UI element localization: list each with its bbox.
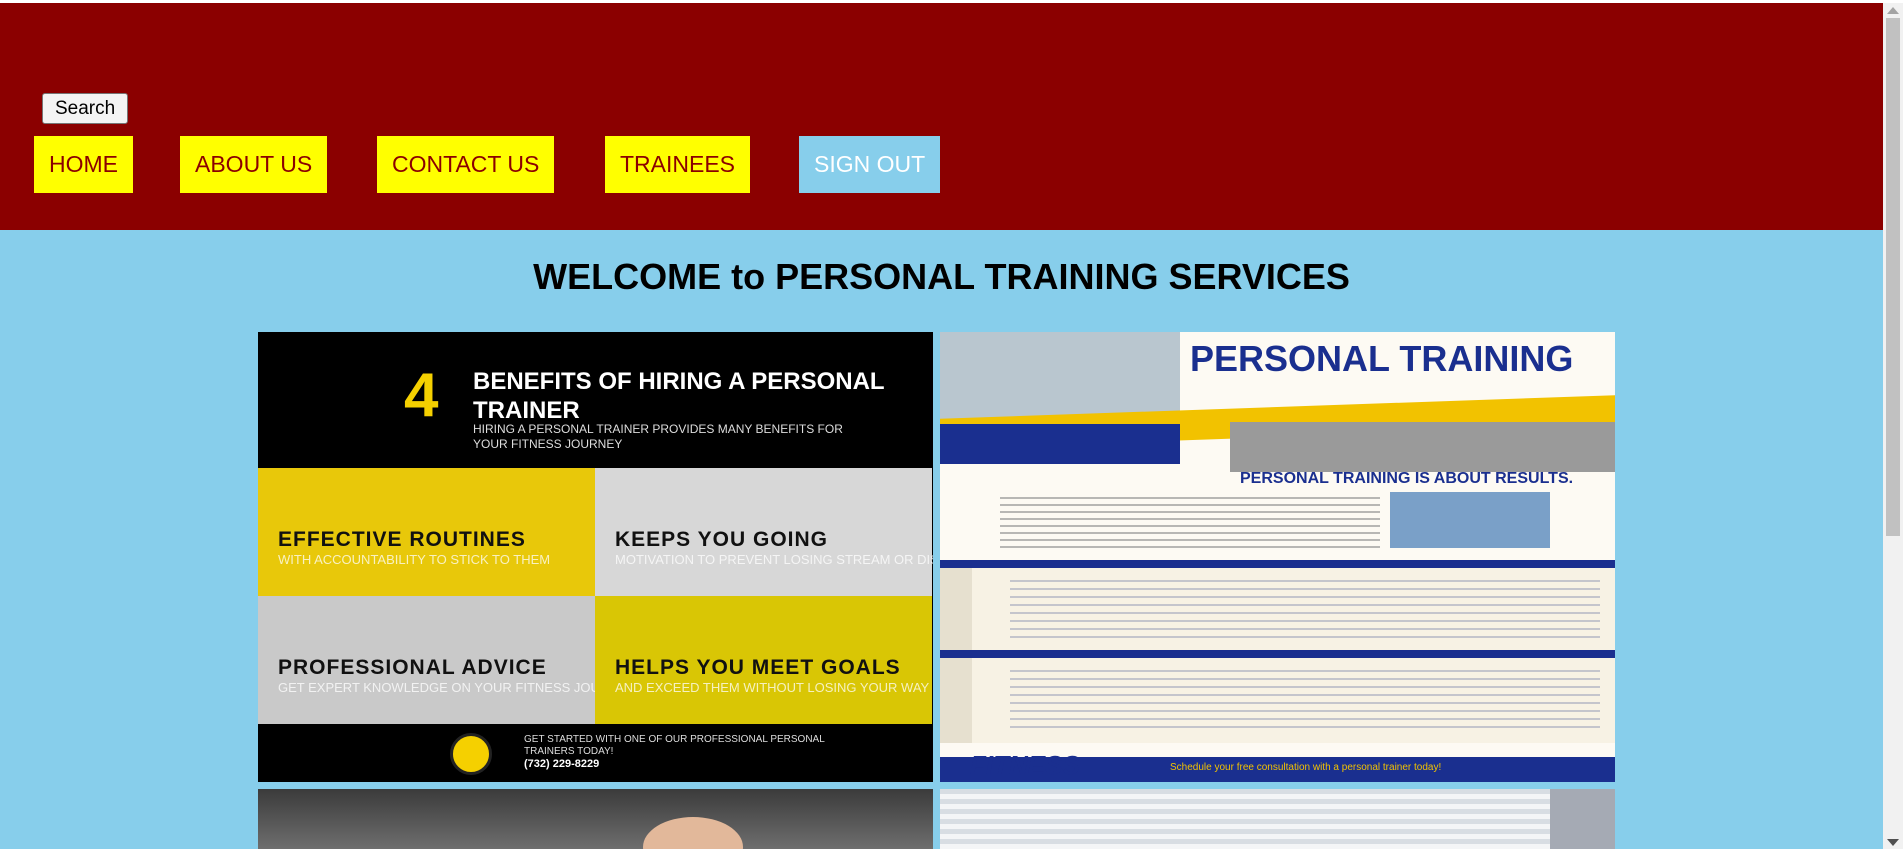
pricing-rows — [1010, 574, 1600, 644]
benefit-desc: WITH ACCOUNTABILITY TO STICK TO THEM — [278, 552, 551, 567]
benefit-card: PROFESSIONAL ADVICE GET EXPERT KNOWLEDGE… — [258, 596, 637, 724]
group-photo — [1390, 492, 1550, 548]
promo-phone: (732) 229-8229 — [524, 758, 600, 770]
promo-footer-cta: GET STARTED WITH ONE OF OUR PROFESSIONAL… — [524, 734, 825, 757]
promo-footer-text: GET STARTED WITH ONE OF OUR PROFESSIONAL… — [524, 734, 854, 771]
trainer-portrait-image — [258, 789, 933, 849]
interior-photo-image — [940, 789, 1615, 849]
promo-body-text — [1000, 492, 1380, 552]
nav-home[interactable]: HOME — [34, 136, 133, 193]
benefit-card: EFFECTIVE ROUTINES WITH ACCOUNTABILITY T… — [258, 468, 595, 596]
gym-photo — [1230, 422, 1615, 472]
benefit-desc: AND EXCEED THEM WITHOUT LOSING YOUR WAY — [615, 680, 930, 695]
promo-subtitle: PERSONAL TRAINING IS ABOUT RESULTS. — [1240, 470, 1574, 487]
scrollbar-thumb[interactable] — [1886, 18, 1900, 536]
gym-logo-icon — [450, 733, 492, 775]
pricing-rows — [1010, 664, 1600, 734]
benefits-promo-image: 4 BENEFITS OF HIRING A PERSONAL TRAINER … — [258, 332, 933, 782]
pricing-table — [940, 560, 1615, 653]
promo-title: PERSONAL TRAINING — [1190, 338, 1574, 379]
search-button[interactable]: Search — [42, 93, 129, 124]
pricing-table-label — [940, 568, 972, 653]
site-header: Search HOME ABOUT US CONTACT US TRAINEES… — [0, 3, 1883, 230]
promo-footer: GET STARTED WITH ONE OF OUR PROFESSIONAL… — [258, 725, 933, 782]
decorative-stripe — [940, 424, 1180, 464]
benefit-title: PROFESSIONAL ADVICE — [278, 656, 547, 679]
nav-about-us[interactable]: ABOUT US — [180, 136, 328, 193]
promo-number: 4 — [404, 361, 439, 430]
benefit-title: KEEPS YOU GOING — [615, 528, 828, 551]
benefit-card: KEEPS YOU GOING MOTIVATION TO PREVENT LO… — [595, 468, 933, 596]
scroll-down-arrow-icon[interactable] — [1887, 839, 1899, 846]
benefit-title: HELPS YOU MEET GOALS — [615, 656, 901, 679]
benefit-card: HELPS YOU MEET GOALS AND EXCEED THEM WIT… — [595, 596, 932, 724]
page-title: WELCOME to PERSONAL TRAINING SERVICES — [533, 256, 1350, 297]
nav-contact-us[interactable]: CONTACT US — [377, 136, 555, 193]
window-frame — [1550, 789, 1615, 849]
promo-footer-text: Schedule your free consultation with a p… — [1170, 762, 1442, 773]
benefits-grid: EFFECTIVE ROUTINES WITH ACCOUNTABILITY T… — [258, 468, 933, 725]
benefit-title: EFFECTIVE ROUTINES — [278, 528, 526, 551]
pricing-promo-image: PERSONAL TRAINING PERSONAL TRAINING IS A… — [940, 332, 1615, 782]
nav-sign-out[interactable]: SIGN OUT — [799, 136, 941, 193]
nav-trainees[interactable]: TRAINEES — [605, 136, 751, 193]
person-face — [643, 817, 743, 849]
fitness-logo: FITNESS — [970, 750, 1080, 780]
benefit-desc: GET EXPERT KNOWLEDGE ON YOUR FITNESS JOU… — [278, 680, 637, 695]
pricing-table-label — [940, 658, 972, 743]
promo-subheading: HIRING A PERSONAL TRAINER PROVIDES MANY … — [473, 422, 843, 451]
pricing-table — [940, 650, 1615, 743]
benefit-desc: MOTIVATION TO PREVENT LOSING STREAM OR D… — [615, 552, 933, 567]
scroll-up-arrow-icon[interactable] — [1887, 7, 1899, 14]
promo-heading: BENEFITS OF HIRING A PERSONAL TRAINER — [473, 368, 885, 424]
